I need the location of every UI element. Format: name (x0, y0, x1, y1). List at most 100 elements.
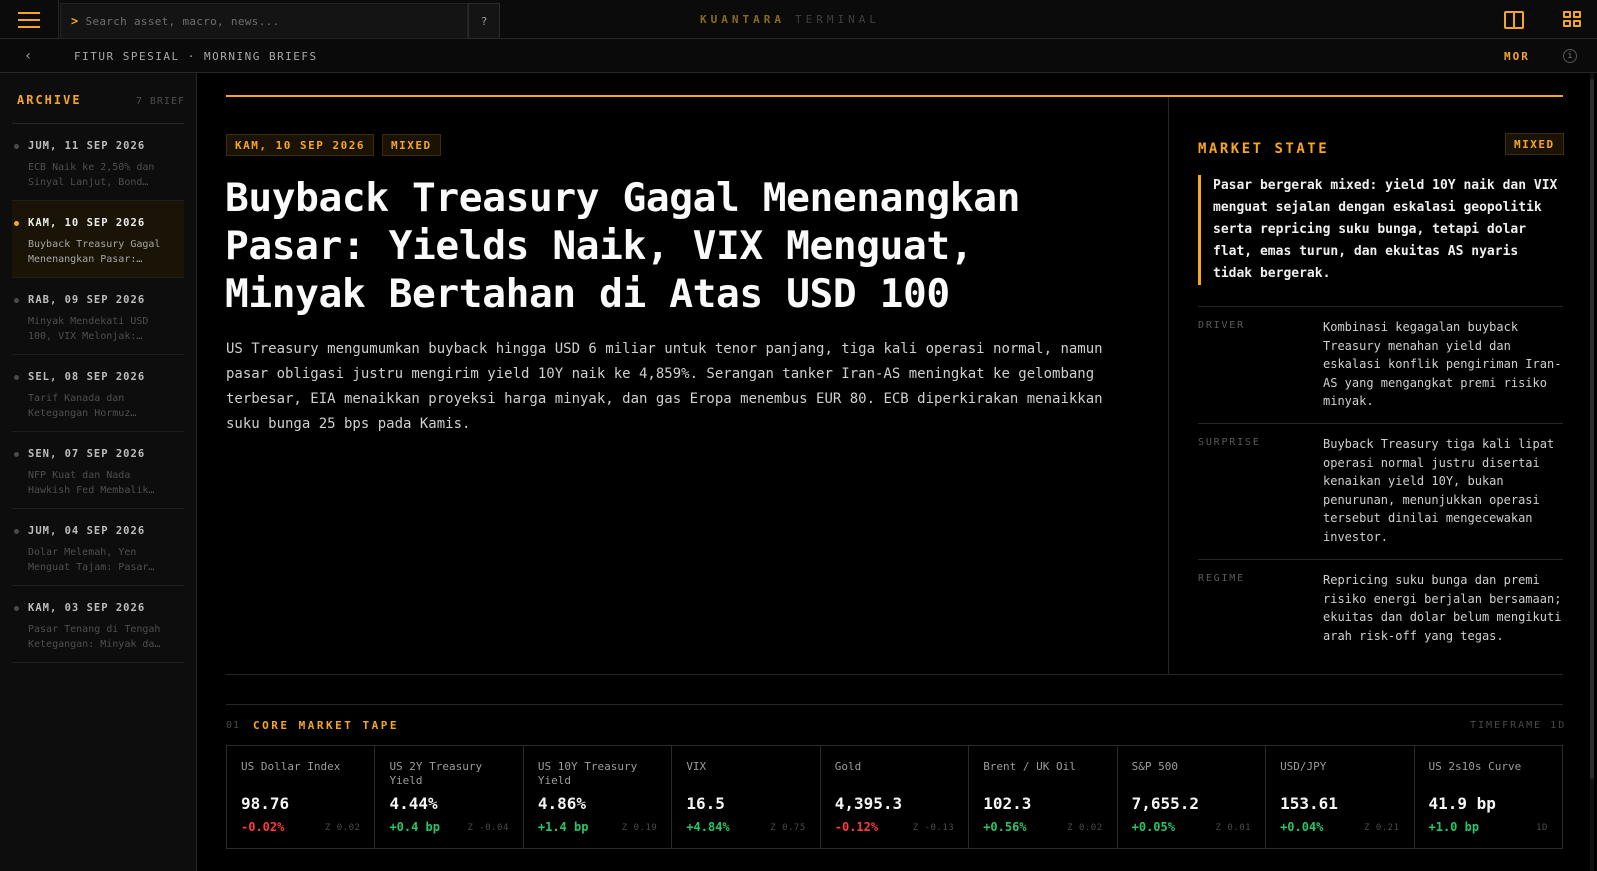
bullet-icon (14, 375, 19, 380)
tile-change: +4.84% (686, 820, 730, 834)
market-tile[interactable]: Brent / UK Oil 102.3 +0.56% Z 0.02 (969, 746, 1118, 848)
tile-zscore: Z 0.02 (324, 823, 361, 833)
market-tile[interactable]: US Dollar Index 98.76 -0.02% Z 0.02 (227, 746, 376, 848)
tile-name: VIX (686, 760, 707, 773)
search-help-button[interactable]: ? (468, 3, 500, 39)
row-key: DRIVER (1198, 320, 1245, 331)
split-layout-icon[interactable] (1504, 11, 1524, 29)
back-chevron-icon[interactable]: ‹ (24, 48, 32, 64)
bullet-icon (14, 452, 19, 457)
tile-zscore: Z -0.13 (912, 823, 955, 833)
brief-list-item[interactable]: JUM, 11 SEP 2026 ECB Naik ke 2,50% dan S… (12, 124, 184, 201)
top-bar: > Search asset, macro, news... ? KUANTAR… (0, 0, 1597, 39)
tile-name: US Dollar Index (241, 760, 341, 773)
divider (226, 674, 1563, 675)
market-tile[interactable]: Gold 4,395.3 -0.12% Z -0.13 (821, 746, 970, 848)
brief-list-item[interactable]: SEL, 08 SEP 2026 Tarif Kanada dan Ketega… (12, 355, 184, 432)
bullet-icon (14, 529, 19, 534)
session-label[interactable]: MOR (1504, 50, 1530, 63)
tile-name: Brent / UK Oil (983, 760, 1076, 773)
market-tile[interactable]: USD/JPY 153.61 +0.04% Z 0.21 (1266, 746, 1415, 848)
brief-snippet: Dolar Melemah, Yen Menguat Tajam: Pasar… (28, 547, 155, 573)
section-title: CORE MARKET TAPE (253, 719, 399, 732)
breadcrumb: FITUR SPESIAL · MORNING BRIEFS (74, 50, 318, 63)
tile-value: 4.44% (389, 794, 438, 813)
market-tile[interactable]: S&P 500 7,655.2 +0.05% Z 0.01 (1118, 746, 1267, 848)
tile-change: +1.0 bp (1428, 820, 1480, 834)
bullet-icon (14, 144, 19, 149)
tile-zscore: 1D (1536, 823, 1548, 833)
brief-list-item-active[interactable]: KAM, 10 SEP 2026 Buyback Treasury Gagal … (12, 201, 184, 278)
tile-name: US 2Y Treasury Yield (389, 760, 483, 787)
market-state-row-regime: REGIME Repricing suku bunga dan premi ri… (1198, 559, 1563, 659)
info-icon[interactable]: i (1563, 49, 1577, 63)
market-tile[interactable]: US 2Y Treasury Yield 4.44% +0.4 bp Z -0.… (375, 746, 524, 848)
brief-snippet: Pasar Tenang di Tengah Ketegangan: Minya… (28, 624, 161, 650)
tile-zscore: Z 0.02 (1067, 823, 1103, 833)
brief-list-item[interactable]: KAM, 03 SEP 2026 Pasar Tenang di Tengah … (12, 586, 184, 663)
tile-change: +0.04% (1280, 820, 1324, 834)
grid-layout-icon[interactable] (1563, 11, 1583, 29)
column-divider (1168, 97, 1169, 675)
sub-bar: ‹ FITUR SPESIAL · MORNING BRIEFS MOR i (0, 39, 1597, 73)
row-value: Kombinasi kegagalan buyback Treasury men… (1323, 320, 1562, 408)
tile-value: 4.86% (537, 794, 587, 813)
market-tile[interactable]: VIX 16.5 +4.84% Z 0.75 (672, 746, 821, 848)
section-number: 01 (226, 720, 241, 731)
app-brand: KUANTARA TERMINAL (700, 13, 880, 26)
divider (226, 704, 1563, 705)
tile-value: 98.76 (241, 794, 290, 813)
article-headline: Buyback Treasury Gagal Menenangkan Pasar… (225, 175, 1020, 317)
brief-list-item[interactable]: JUM, 04 SEP 2026 Dolar Melemah, Yen Meng… (12, 509, 184, 586)
tile-change: +0.05% (1131, 820, 1175, 834)
market-tile[interactable]: US 10Y Treasury Yield 4.86% +1.4 bp Z 0.… (524, 746, 673, 848)
scrollbar[interactable] (1590, 73, 1594, 871)
brief-date: JUM, 11 SEP 2026 (28, 140, 146, 152)
timeframe-label[interactable]: TIMEFRAME 1D (1470, 720, 1566, 731)
tile-change: +0.56% (983, 820, 1027, 834)
brief-date: JUM, 04 SEP 2026 (28, 525, 146, 537)
brief-date: SEL, 08 SEP 2026 (28, 371, 146, 383)
brief-date: KAM, 03 SEP 2026 (28, 602, 146, 614)
market-state-title: MARKET STATE (1198, 141, 1330, 157)
archive-sidebar: ARCHIVE 7 BRIEF JUM, 11 SEP 2026 ECB Nai… (0, 73, 197, 871)
archive-count: 7 BRIEF (135, 96, 185, 107)
market-state-badge: MIXED (1505, 133, 1564, 155)
market-state-row-driver: DRIVER Kombinasi kegagalan buyback Treas… (1198, 306, 1563, 422)
brief-snippet: NFP Kuat dan Nada Hawkish Fed Membalik… (28, 470, 155, 496)
brief-list-item[interactable]: RAB, 09 SEP 2026 Minyak Mendekati USD 10… (12, 278, 184, 355)
tile-change: +1.4 bp (537, 820, 589, 834)
tile-value: 16.5 (686, 794, 725, 813)
brief-date: KAM, 10 SEP 2026 (28, 217, 146, 229)
search-placeholder: Search asset, macro, news... (85, 14, 280, 28)
scrollbar-thumb[interactable] (1590, 79, 1594, 779)
market-tape: US Dollar Index 98.76 -0.02% Z 0.02 US 2… (226, 745, 1563, 849)
brand-primary: KUANTARA (700, 13, 785, 26)
market-tile[interactable]: US 2s10s Curve 41.9 bp +1.0 bp 1D (1415, 746, 1562, 848)
row-value: Repricing suku bunga dan premi risiko en… (1323, 573, 1562, 643)
tile-name: S&P 500 (1131, 760, 1178, 773)
tile-value: 41.9 bp (1428, 794, 1496, 813)
brief-snippet: ECB Naik ke 2,50% dan Sinyal Lanjut, Bon… (28, 162, 155, 188)
tile-change: -0.02% (241, 820, 285, 834)
bullet-icon (14, 298, 19, 303)
tile-zscore: Z 0.75 (770, 823, 806, 833)
brief-snippet: Tarif Kanada dan Ketegangan Hormuz… (28, 393, 137, 419)
brief-date: SEN, 07 SEP 2026 (28, 448, 146, 460)
tile-name: US 2s10s Curve (1428, 760, 1522, 773)
hamburger-menu-icon[interactable] (0, 0, 59, 39)
sentiment-tag: MIXED (382, 134, 441, 156)
accent-rule (226, 95, 1563, 97)
tile-zscore: Z 0.21 (1363, 823, 1400, 833)
tile-change: -0.12% (834, 820, 879, 834)
row-key: REGIME (1198, 573, 1245, 584)
tile-name: US 10Y Treasury Yield (537, 760, 638, 787)
brief-list-item[interactable]: SEN, 07 SEP 2026 NFP Kuat dan Nada Hawki… (12, 432, 184, 509)
tile-value: 153.61 (1280, 794, 1338, 813)
tile-zscore: Z 0.19 (621, 823, 658, 833)
brief-date: RAB, 09 SEP 2026 (28, 294, 146, 306)
tile-zscore: Z -0.04 (467, 823, 509, 833)
date-tag: KAM, 10 SEP 2026 (226, 134, 374, 156)
search-input[interactable]: > Search asset, macro, news... (60, 3, 468, 39)
tile-name: USD/JPY (1280, 760, 1327, 773)
